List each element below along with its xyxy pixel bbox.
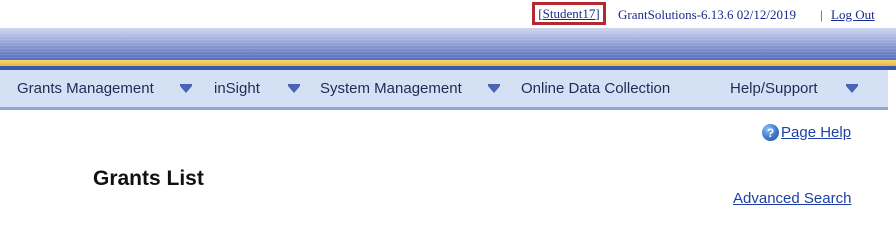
version-date: GrantSolutions-6.13.6 02/12/2019 (618, 7, 797, 22)
page-title: Grants List (93, 167, 204, 190)
chevron-down-icon[interactable] (488, 84, 500, 93)
top-status-line: [Student17] GrantSolutions-6.13.6 02/12/… (0, 0, 896, 30)
user-highlight-box: [Student17] (532, 2, 606, 25)
main-nav-bar: Grants Management inSight System Managem… (0, 70, 888, 110)
header-separator: | (820, 7, 823, 22)
nav-help-support[interactable]: Help/Support (730, 70, 818, 107)
help-icon[interactable]: ? (762, 124, 779, 141)
advanced-search-link[interactable]: Advanced Search (733, 190, 851, 207)
nav-insight[interactable]: inSight (214, 70, 260, 107)
header-banner (0, 28, 896, 64)
page-help-link[interactable]: ? Page Help (762, 124, 851, 141)
chevron-down-icon[interactable] (846, 84, 858, 93)
nav-system-management[interactable]: System Management (320, 70, 462, 107)
nav-grants-management[interactable]: Grants Management (17, 70, 154, 107)
chevron-down-icon[interactable] (288, 84, 300, 93)
nav-online-data-collection[interactable]: Online Data Collection (521, 70, 670, 107)
page-help-label[interactable]: Page Help (781, 124, 851, 141)
logout-link[interactable]: Log Out (831, 7, 875, 23)
chevron-down-icon[interactable] (180, 84, 192, 93)
user-account-link[interactable]: [Student17] (538, 6, 599, 22)
